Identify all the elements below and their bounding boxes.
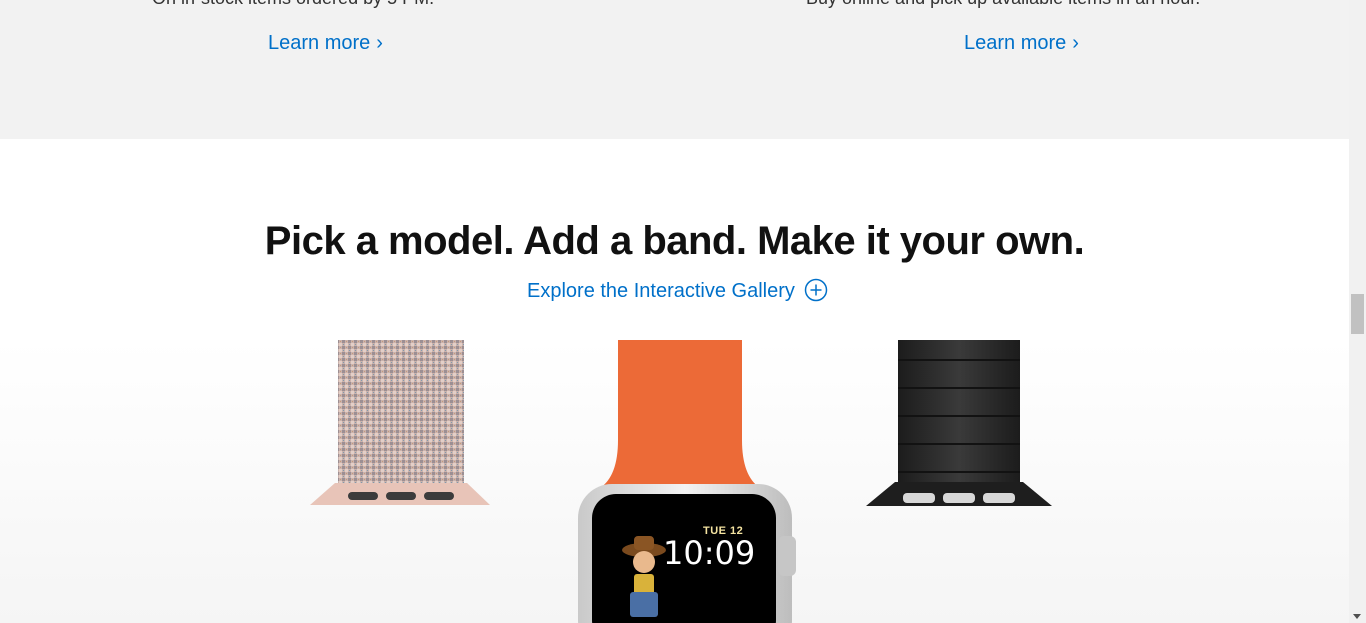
delivery-description: On in-stock items ordered by 5 PM. [152, 0, 434, 9]
lug-button [903, 493, 935, 503]
sport-loop-strap [338, 340, 464, 488]
plus-circle-icon [805, 278, 828, 302]
chevron-right-icon: › [1072, 32, 1079, 54]
page-scrollbar[interactable] [1349, 0, 1366, 623]
pickup-description: Buy online and pick up available items i… [806, 0, 1200, 9]
delivery-pickup-section: On in-stock items ordered by 5 PM. Buy o… [0, 0, 1349, 139]
lug-button [943, 493, 975, 503]
page-title: Pick a model. Add a band. Make it your o… [264, 219, 1085, 263]
band-gallery: TUE 12 10:09 [0, 340, 1349, 623]
lug-button [983, 493, 1015, 503]
gallery-hero: Pick a model. Add a band. Make it your o… [0, 139, 1349, 340]
learn-more-label: Learn more [964, 32, 1067, 54]
watch-time: 10:09 [663, 534, 756, 572]
leather-loop-band[interactable] [866, 340, 1052, 506]
lug-button [348, 492, 378, 500]
leather-strap [898, 340, 1020, 482]
lug-button [386, 492, 416, 500]
lug-button [424, 492, 454, 500]
chevron-right-icon: › [376, 32, 383, 54]
digital-crown [778, 536, 796, 576]
scrollbar-thumb[interactable] [1351, 294, 1364, 334]
learn-more-label: Learn more [268, 32, 371, 54]
learn-more-pickup-link[interactable]: Learn more › [964, 32, 1079, 55]
learn-more-delivery-link[interactable]: Learn more › [268, 32, 383, 55]
orange-sport-band[interactable] [600, 340, 760, 488]
orange-strap [600, 340, 760, 488]
explore-gallery-label: Explore the Interactive Gallery [527, 280, 795, 302]
scroll-down-icon[interactable] [1353, 614, 1361, 619]
explore-gallery-link[interactable]: Explore the Interactive Gallery [527, 278, 828, 303]
sport-loop-band[interactable] [310, 340, 490, 505]
